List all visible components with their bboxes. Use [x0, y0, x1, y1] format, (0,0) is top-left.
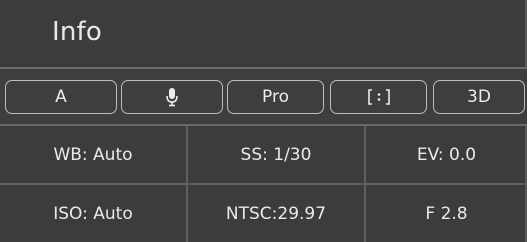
aperture-value: F 2.8 — [425, 203, 468, 224]
pro-mode-label: Pro — [262, 87, 289, 107]
mode-toolbar: A Pro 3D — [0, 69, 527, 124]
3d-mode-button[interactable]: 3D — [433, 80, 525, 114]
exposure-value: EV: 0.0 — [416, 144, 477, 165]
face-frame-button[interactable] — [330, 80, 427, 114]
microphone-icon — [165, 87, 179, 107]
microphone-button[interactable] — [121, 80, 223, 114]
shutter-speed-value: SS: 1/30 — [240, 144, 312, 165]
grid-divider — [0, 183, 527, 185]
frame-icon — [366, 87, 392, 107]
white-balance-value: WB: Auto — [53, 144, 133, 165]
info-panel: Info A Pro 3D WB: Auto SS: 1/30 EV: 0.0 … — [0, 0, 527, 242]
frame-rate-value: NTSC:29.97 — [225, 203, 327, 224]
panel-title: Info — [52, 17, 103, 47]
panel-header: Info — [0, 0, 527, 67]
auto-mode-label: A — [55, 87, 67, 107]
iso-value: ISO: Auto — [53, 203, 133, 224]
settings-grid: WB: Auto SS: 1/30 EV: 0.0 ISO: Auto NTSC… — [0, 126, 527, 242]
pro-mode-button[interactable]: Pro — [227, 80, 324, 114]
3d-mode-label: 3D — [467, 87, 491, 107]
auto-mode-button[interactable]: A — [5, 80, 117, 114]
